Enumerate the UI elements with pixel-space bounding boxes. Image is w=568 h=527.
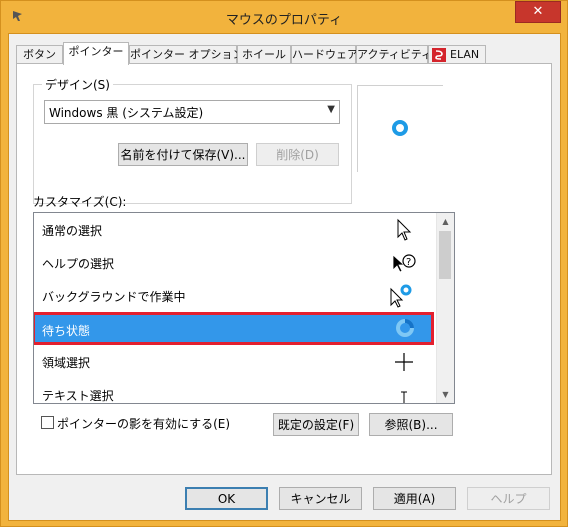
scheme-value: Windows 黒 (システム設定) (49, 106, 204, 120)
browse-button[interactable]: 参照(B)... (369, 413, 453, 436)
help-cursor-icon: ? (392, 254, 416, 273)
list-item-label: 待ち状態 (42, 324, 91, 338)
list-item[interactable]: 通常の選択 (34, 213, 436, 246)
list-item-label: バックグラウンドで作業中 (42, 290, 186, 304)
customize-label: カスタマイズ(C): (33, 195, 127, 209)
save-as-button[interactable]: 名前を付けて保存(V)... (118, 143, 248, 166)
busy-cursor-icon (396, 319, 414, 337)
tab-wheel[interactable]: ホイール (237, 45, 291, 64)
dialog-client-area: ボタン ポインター ポインター オプション ホイール ハードウェア アクティビテ… (8, 33, 561, 521)
title-bar[interactable]: マウスのプロパティ ✕ (1, 1, 567, 33)
ok-button[interactable]: OK (185, 487, 268, 510)
tab-pointers[interactable]: ポインター (63, 42, 129, 65)
design-legend: デザイン(S) (42, 76, 113, 93)
list-item-label: テキスト選択 (42, 389, 114, 403)
close-button[interactable]: ✕ (515, 1, 561, 23)
cursor-list[interactable]: 通常の選択 ヘルプの選択 ? バックグラウンドで作業中 待ち状態 領域選択 テキ… (33, 212, 455, 404)
text-cursor-icon (401, 391, 407, 403)
tab-elan-label: ELAN (450, 48, 480, 61)
pointer-shadow-checkbox[interactable] (41, 416, 54, 429)
elan-logo-icon (432, 48, 446, 62)
tab-elan[interactable]: ELAN (428, 45, 486, 64)
list-item[interactable]: テキスト選択 (34, 378, 436, 403)
list-item-selected[interactable]: 待ち状態 (34, 312, 434, 345)
apply-button[interactable]: 適用(A) (373, 487, 456, 510)
pointer-shadow-label: ポインターの影を有効にする(E) (57, 417, 231, 431)
scroll-thumb[interactable] (439, 231, 451, 279)
list-item[interactable]: 領域選択 (34, 345, 436, 378)
tab-activity[interactable]: アクティビティ (356, 45, 432, 64)
list-item[interactable]: バックグラウンドで作業中 (34, 279, 436, 312)
list-item-label: ヘルプの選択 (42, 257, 115, 271)
cursor-preview (357, 85, 443, 172)
crosshair-cursor-icon (395, 353, 413, 371)
pointers-tab-panel: デザイン(S) Windows 黒 (システム設定) ▼ 名前を付けて保存(V)… (16, 63, 552, 475)
tab-hardware[interactable]: ハードウェア (291, 45, 358, 64)
busy-preview-icon (392, 120, 408, 136)
list-item-label: 通常の選択 (42, 224, 103, 238)
design-group: デザイン(S) Windows 黒 (システム設定) ▼ 名前を付けて保存(V)… (33, 76, 352, 204)
mouse-properties-window: マウスのプロパティ ✕ ボタン ポインター ポインター オプション ホイール ハ… (0, 0, 568, 527)
cancel-button[interactable]: キャンセル (279, 487, 362, 510)
svg-text:?: ? (406, 257, 411, 268)
scroll-down-icon[interactable]: ▼ (437, 386, 454, 403)
list-item-label: 領域選択 (42, 356, 91, 370)
help-button[interactable]: ヘルプ (467, 487, 550, 510)
use-default-button[interactable]: 既定の設定(F) (273, 413, 359, 436)
delete-button[interactable]: 削除(D) (256, 143, 339, 166)
window-title: マウスのプロパティ (225, 13, 343, 28)
list-item[interactable]: ヘルプの選択 ? (34, 246, 436, 279)
cursor-list-items: 通常の選択 ヘルプの選択 ? バックグラウンドで作業中 待ち状態 領域選択 テキ… (34, 213, 436, 403)
scheme-combobox[interactable]: Windows 黒 (システム設定) ▼ (44, 100, 340, 124)
tab-pointer-options[interactable]: ポインター オプション (129, 45, 244, 64)
chevron-down-icon: ▼ (327, 104, 335, 115)
tab-buttons[interactable]: ボタン (16, 45, 63, 64)
working-background-cursor-icon (390, 284, 412, 308)
scroll-up-icon[interactable]: ▲ (437, 213, 454, 230)
vertical-scrollbar[interactable]: ▲ ▼ (436, 213, 454, 403)
arrow-cursor-icon (397, 218, 412, 241)
